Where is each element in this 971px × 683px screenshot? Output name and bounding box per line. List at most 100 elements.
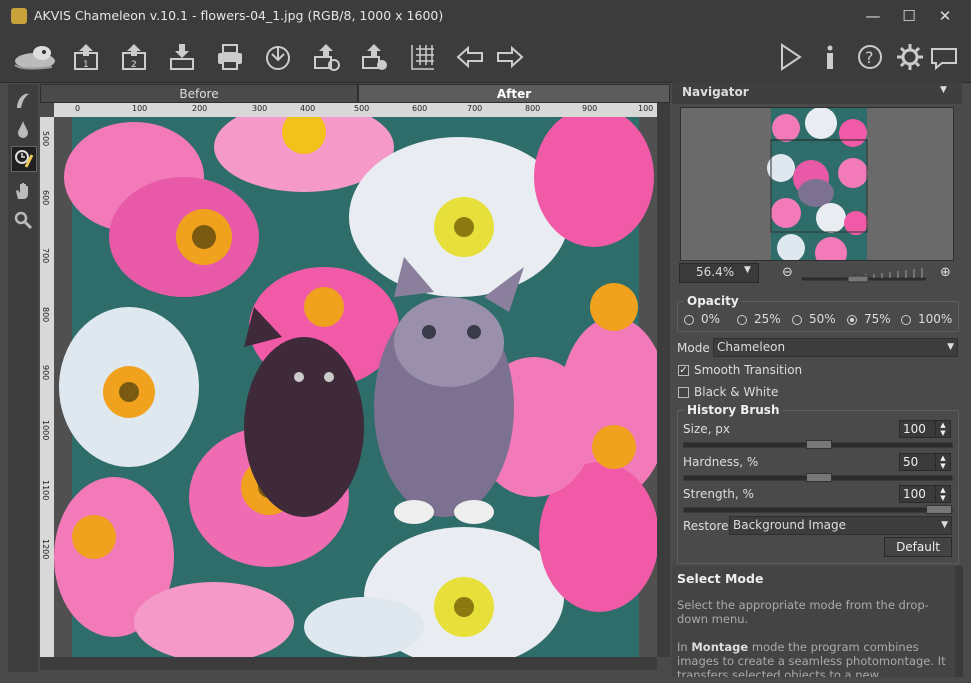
black-white-checkbox[interactable] [678, 387, 689, 398]
strength-spinner-icon[interactable]: ▲ ▼ [935, 486, 950, 502]
title-bar: AKVIS Chameleon v.10.1 - flowers-04_1.jp… [0, 0, 971, 32]
ruler-label: 600 [41, 190, 50, 206]
batch-icon[interactable] [310, 41, 342, 73]
opacity-radio-0[interactable] [684, 315, 694, 325]
close-button[interactable]: ✕ [930, 4, 960, 28]
mode-select[interactable]: Chameleon ▼ [713, 338, 958, 357]
view-tabs: Before After [40, 84, 670, 103]
maximize-button[interactable]: ☐ [894, 4, 924, 28]
smooth-transition-label: Smooth Transition [694, 363, 803, 377]
ruler-corner [54, 103, 72, 117]
ruler-label: 500 [354, 104, 370, 113]
ruler-label: 100 [638, 104, 654, 113]
size-slider[interactable] [683, 440, 953, 449]
drop-icon[interactable] [11, 117, 35, 141]
open-image-1-icon[interactable]: 1 [70, 41, 102, 73]
restore-label: Restore [683, 519, 729, 533]
run-icon[interactable] [774, 41, 806, 73]
history-brush-icon[interactable] [11, 146, 37, 172]
ruler-label: 1200 [41, 539, 50, 560]
opacity-label-0: 0% [701, 312, 721, 326]
toolbar: 1 2 ? [0, 32, 971, 83]
opacity-radio-100[interactable] [901, 315, 911, 325]
size-input[interactable]: 100 ▲ ▼ [899, 420, 951, 438]
opacity-label-50: 50% [809, 312, 836, 326]
ruler-grid-icon[interactable] [406, 41, 438, 73]
hardness-value: 50 [903, 455, 919, 469]
minimize-button[interactable]: — [858, 4, 888, 28]
navigator-collapse-icon[interactable]: ▼ [940, 85, 947, 95]
brush-icon[interactable] [11, 88, 35, 112]
opacity-radio-25[interactable] [737, 315, 747, 325]
tab-before[interactable]: Before [40, 84, 358, 103]
zoom-slider[interactable] [800, 261, 928, 283]
strength-value: 100 [903, 487, 926, 501]
zoom-field[interactable]: 56.4% ▼ [679, 263, 759, 283]
default-button[interactable]: Default [884, 537, 952, 557]
opacity-label-25: 25% [754, 312, 781, 326]
help-paragraph-1: Select the appropriate mode from the dro… [677, 598, 929, 626]
hardness-slider[interactable] [683, 473, 953, 482]
print-icon[interactable] [214, 41, 246, 73]
presets-icon[interactable] [358, 41, 390, 73]
svg-text:?: ? [865, 48, 874, 67]
message-icon[interactable] [928, 41, 957, 73]
restore-select[interactable]: Background Image ▼ [729, 516, 952, 535]
size-value: 100 [903, 422, 926, 436]
hardness-input[interactable]: 50 ▲ ▼ [899, 453, 951, 471]
hardness-spinner-icon[interactable]: ▲ ▼ [935, 454, 950, 470]
zoom-dropdown-icon[interactable]: ▼ [744, 265, 751, 275]
ruler-label: 100 [132, 104, 148, 113]
tab-after[interactable]: After [358, 84, 670, 103]
zoom-in-icon[interactable]: ⊕ [940, 265, 951, 280]
tool-bar [8, 84, 38, 672]
info-icon[interactable] [814, 41, 846, 73]
zoom-icon[interactable] [11, 208, 35, 232]
smooth-transition-checkbox[interactable]: ✓ [678, 365, 689, 376]
size-slider-thumb[interactable] [806, 440, 832, 449]
hand-icon[interactable] [11, 179, 35, 203]
ruler-label: 700 [41, 248, 50, 264]
ruler-label: 0 [75, 104, 81, 113]
ruler-left: 500 600 700 800 900 1000 1100 1200 [40, 117, 54, 657]
save-icon[interactable] [166, 41, 198, 73]
vertical-scrollbar[interactable] [657, 103, 670, 657]
help-icon[interactable]: ? [854, 41, 886, 73]
ruler-label: 800 [525, 104, 541, 113]
zoom-out-icon[interactable]: ⊖ [782, 265, 793, 280]
horizontal-scrollbar[interactable] [40, 657, 657, 670]
ruler-label: 700 [467, 104, 483, 113]
ruler-label: 600 [412, 104, 428, 113]
strength-label: Strength, % [683, 487, 754, 501]
navigator-title: Navigator [682, 85, 749, 99]
back-arrow-icon[interactable] [454, 41, 486, 73]
strength-slider-thumb[interactable] [926, 505, 952, 514]
help-scrollbar[interactable] [955, 566, 963, 677]
strength-slider[interactable] [683, 505, 953, 514]
help-title: Select Mode [677, 571, 764, 586]
forward-arrow-icon[interactable] [494, 41, 526, 73]
opacity-radio-75[interactable] [847, 315, 857, 325]
ruler-label: 300 [252, 104, 268, 113]
app-icon [11, 8, 27, 24]
chevron-down-icon: ▼ [947, 342, 954, 352]
opacity-radio-50[interactable] [792, 315, 802, 325]
navigator-preview[interactable] [680, 107, 954, 269]
ruler-label: 900 [582, 104, 598, 113]
help-p2-prefix: In [677, 640, 692, 654]
help-p2-bold: Montage [691, 640, 749, 654]
history-brush-title: History Brush [684, 403, 783, 417]
strength-input[interactable]: 100 ▲ ▼ [899, 485, 951, 503]
settings-icon[interactable] [894, 41, 926, 73]
ruler-label: 400 [300, 104, 316, 113]
ruler-label: 500 [41, 131, 50, 147]
open-image-2-icon[interactable]: 2 [118, 41, 150, 73]
flowers-kittens-image [54, 117, 657, 657]
image-canvas[interactable] [54, 117, 657, 657]
opacity-title: Opacity [684, 294, 742, 308]
size-spinner-icon[interactable]: ▲ ▼ [935, 421, 950, 437]
open-1-label: 1 [83, 60, 89, 70]
hardness-slider-thumb[interactable] [806, 473, 832, 482]
share-icon[interactable] [262, 41, 294, 73]
size-label: Size, px [683, 422, 730, 436]
